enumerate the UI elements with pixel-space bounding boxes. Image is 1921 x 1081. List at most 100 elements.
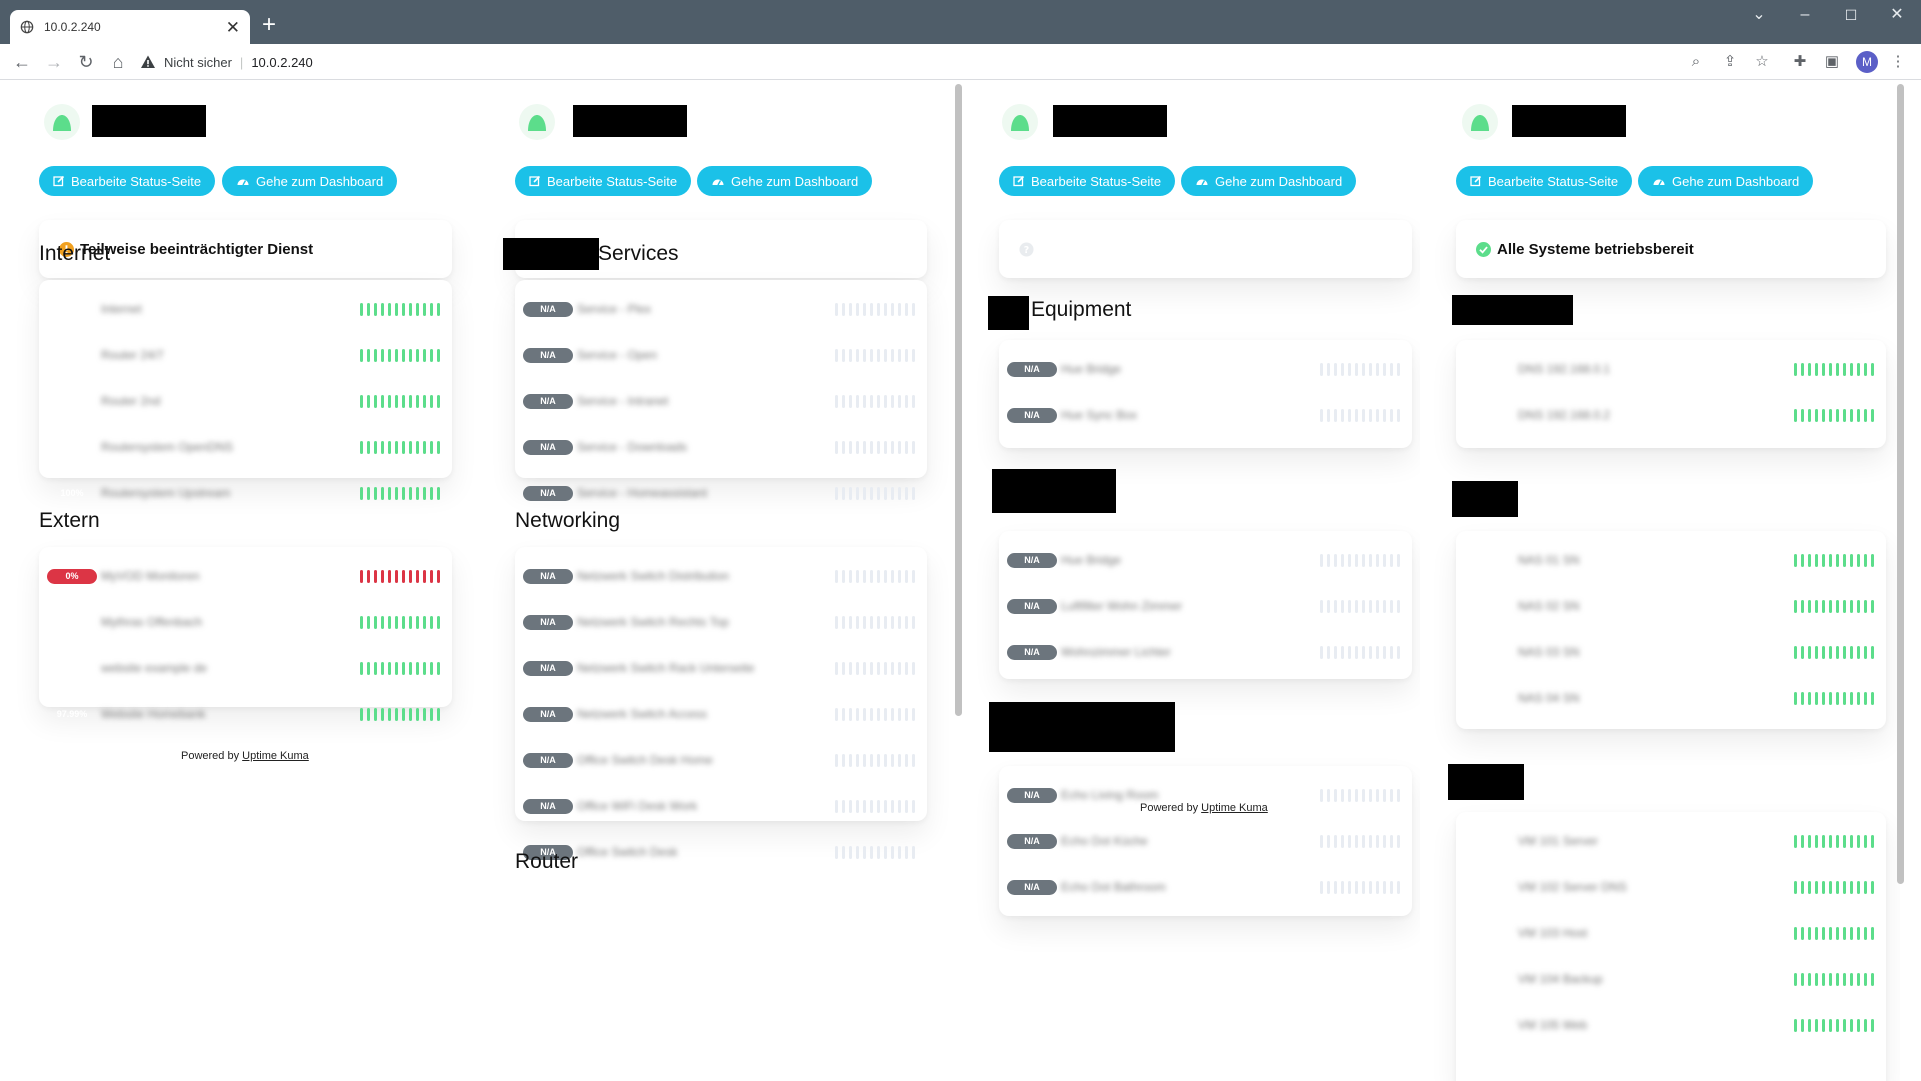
heartbeat-beat[interactable] [1864,408,1867,422]
heartbeat-beat[interactable] [898,394,901,408]
heartbeat-beat[interactable] [870,799,873,813]
heartbeat-beat[interactable] [1836,880,1839,894]
heartbeat-beat[interactable] [863,394,866,408]
heartbeat-beat[interactable] [1794,362,1797,376]
heartbeat-beat[interactable] [1864,553,1867,567]
heartbeat-beat[interactable] [905,615,908,629]
heartbeat-beat[interactable] [884,486,887,500]
heartbeat-beat[interactable] [1334,788,1337,802]
heartbeat-beat[interactable] [1794,834,1797,848]
heartbeat-beat[interactable] [367,615,370,629]
edit-status-page-button[interactable]: Bearbeite Status-Seite [999,166,1176,196]
heartbeat-beat[interactable] [1808,880,1811,894]
heartbeat-beat[interactable] [367,486,370,500]
heartbeat-beat[interactable] [1390,645,1393,659]
heartbeat-beat[interactable] [898,799,901,813]
heartbeat-beat[interactable] [1390,408,1393,422]
heartbeat-beat[interactable] [884,302,887,316]
tab-search-icon[interactable]: ⌄ [1746,4,1772,26]
heartbeat-beat[interactable] [1369,834,1372,848]
heartbeat-beat[interactable] [1871,645,1874,659]
heartbeat-beat[interactable] [388,486,391,500]
monitor-row[interactable]: 97.33% Router 24/7 [39,332,452,378]
heartbeat-beat[interactable] [1843,362,1846,376]
monitor-name[interactable]: Routersystem Upstream [101,486,360,500]
heartbeat-beat[interactable] [1829,553,1832,567]
monitor-name[interactable]: Wohnzimmer Lichter [1061,645,1320,659]
heartbeat-beat[interactable] [1341,408,1344,422]
heartbeat-beat[interactable] [835,753,838,767]
heartbeat-beat[interactable] [870,753,873,767]
heartbeat-beat[interactable] [437,348,440,362]
heartbeat-beat[interactable] [1376,408,1379,422]
heartbeat-beat[interactable] [1383,645,1386,659]
heartbeat-beat[interactable] [409,661,412,675]
bookmark-star-icon[interactable]: ☆ [1752,52,1772,72]
heartbeat-beat[interactable] [395,615,398,629]
heartbeat-beat[interactable] [381,302,384,316]
heartbeat-beat[interactable] [1822,834,1825,848]
heartbeat-beat[interactable] [1822,362,1825,376]
home-icon[interactable]: ⌂ [107,51,129,73]
heartbeat-beat[interactable] [842,348,845,362]
heartbeat-beat[interactable] [1836,599,1839,613]
heartbeat-beat[interactable] [835,845,838,859]
heartbeat-beat[interactable] [1836,1018,1839,1032]
heartbeat-beat[interactable] [1801,834,1804,848]
heartbeat-beat[interactable] [430,615,433,629]
heartbeat-beat[interactable] [877,440,880,454]
heartbeat-beat[interactable] [1822,1018,1825,1032]
heartbeat-beat[interactable] [1808,362,1811,376]
heartbeat-beat[interactable] [898,486,901,500]
heartbeat-beat[interactable] [884,799,887,813]
monitor-row[interactable]: N/A Wohnzimmer Lichter [999,629,1412,675]
heartbeat-beat[interactable] [905,707,908,721]
monitor-row[interactable]: 0% MyVOD Monitoren [39,553,452,599]
heartbeat-beat[interactable] [1857,645,1860,659]
heartbeat-beat[interactable] [360,569,363,583]
heartbeat-beat[interactable] [884,440,887,454]
heartbeat-beat[interactable] [1822,553,1825,567]
heartbeat-beat[interactable] [1794,553,1797,567]
heartbeat-beat[interactable] [409,440,412,454]
heartbeat-beat[interactable] [912,661,915,675]
heartbeat-beat[interactable] [1341,599,1344,613]
heartbeat-beat[interactable] [1822,599,1825,613]
heartbeat-beat[interactable] [381,486,384,500]
heartbeat-beat[interactable] [905,753,908,767]
heartbeat-beat[interactable] [1857,599,1860,613]
heartbeat-beat[interactable] [1822,972,1825,986]
heartbeat-beat[interactable] [1390,834,1393,848]
heartbeat-beat[interactable] [1815,362,1818,376]
heartbeat-beat[interactable] [1843,926,1846,940]
heartbeat-beat[interactable] [388,707,391,721]
heartbeat-beat[interactable] [849,753,852,767]
heartbeat-beat[interactable] [898,615,901,629]
monitor-name[interactable]: NAS 04 SN [1518,691,1794,705]
heartbeat-beat[interactable] [416,394,419,408]
heartbeat-beat[interactable] [849,845,852,859]
heartbeat-beat[interactable] [1794,599,1797,613]
heartbeat-beat[interactable] [1390,599,1393,613]
heartbeat-beat[interactable] [395,302,398,316]
heartbeat-beat[interactable] [1801,691,1804,705]
heartbeat-beat[interactable] [1369,788,1372,802]
heartbeat-beat[interactable] [856,394,859,408]
heartbeat-beat[interactable] [1857,926,1860,940]
heartbeat-beat[interactable] [1397,553,1400,567]
heartbeat-beat[interactable] [877,615,880,629]
heartbeat-beat[interactable] [1864,972,1867,986]
heartbeat-beat[interactable] [1808,553,1811,567]
heartbeat-beat[interactable] [912,615,915,629]
monitor-name[interactable]: Echo Dot Küche [1061,834,1320,848]
heartbeat-beat[interactable] [1836,972,1839,986]
heartbeat-beat[interactable] [402,707,405,721]
browser-tab[interactable]: 10.0.2.240 ✕ [10,10,250,44]
heartbeat-beat[interactable] [856,845,859,859]
heartbeat-beat[interactable] [381,348,384,362]
heartbeat-beat[interactable] [912,707,915,721]
heartbeat-beat[interactable] [1815,691,1818,705]
heartbeat-beat[interactable] [1857,408,1860,422]
heartbeat-beat[interactable] [891,845,894,859]
heartbeat-beat[interactable] [905,302,908,316]
